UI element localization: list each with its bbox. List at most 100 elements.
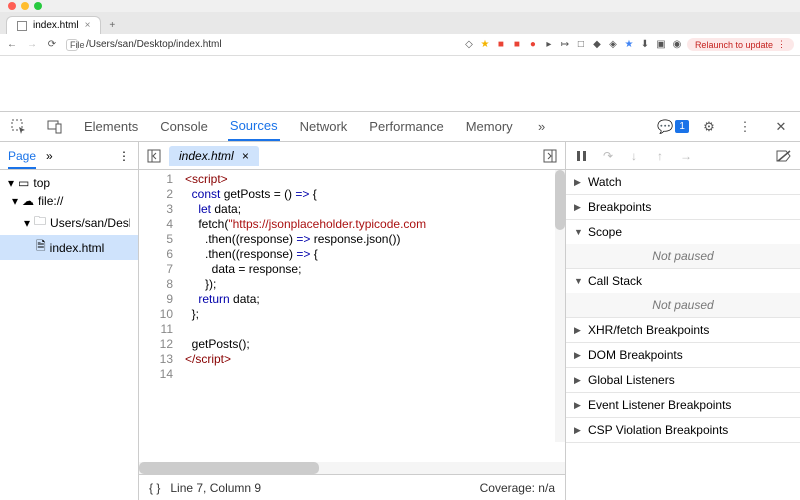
ext-icon[interactable]: ■ bbox=[511, 39, 523, 51]
section-xhr[interactable]: ▶XHR/fetch Breakpoints bbox=[566, 318, 800, 343]
ext-icon[interactable]: ⬇ bbox=[639, 39, 651, 51]
tree-folder[interactable]: ▾🗀Users/san/Desktop bbox=[0, 210, 138, 235]
section-event[interactable]: ▶Event Listener Breakpoints bbox=[566, 393, 800, 418]
pause-icon[interactable] bbox=[574, 148, 590, 164]
messages-icon[interactable]: 💬1 bbox=[664, 118, 682, 136]
step-over-icon[interactable]: ↷ bbox=[600, 148, 616, 164]
reload-icon[interactable]: ⟳ bbox=[46, 39, 58, 50]
not-paused-label: Not paused bbox=[566, 244, 800, 268]
page-content-area bbox=[0, 56, 800, 111]
section-dom[interactable]: ▶DOM Breakpoints bbox=[566, 343, 800, 368]
not-paused-label: Not paused bbox=[566, 293, 800, 317]
new-tab-button[interactable]: + bbox=[101, 17, 123, 34]
settings-icon[interactable]: ⚙ bbox=[700, 118, 718, 136]
ext-icon[interactable]: ↦ bbox=[559, 39, 571, 51]
debugger-controls: ↷ ↓ ↑ → bbox=[566, 142, 800, 170]
cursor-position: Line 7, Column 9 bbox=[170, 481, 261, 495]
browser-tab[interactable]: index.html × bbox=[6, 16, 101, 34]
close-file-tab-icon[interactable]: × bbox=[242, 149, 249, 163]
sources-navigator: Page » ⋮ ▾▭top ▾☁file:// ▾🗀Users/san/Des… bbox=[0, 142, 139, 500]
close-devtools-icon[interactable]: ✕ bbox=[772, 118, 790, 136]
coverage-status: Coverage: n/a bbox=[480, 481, 555, 495]
ext-icon[interactable]: ◇ bbox=[463, 39, 475, 51]
ext-icon[interactable]: ▸ bbox=[543, 39, 555, 51]
kebab-icon[interactable]: ⋮ bbox=[736, 118, 754, 136]
code-editor[interactable]: 1234567891011121314 <script> const getPo… bbox=[139, 170, 565, 462]
kebab-icon: ⋮ bbox=[777, 39, 786, 50]
tab-memory[interactable]: Memory bbox=[464, 113, 515, 140]
toggle-navigator-icon[interactable] bbox=[147, 149, 161, 163]
ext-icon[interactable]: □ bbox=[575, 39, 587, 51]
caret-down-icon: ▼ bbox=[574, 276, 582, 286]
devtools-tab-bar: Elements Console Sources Network Perform… bbox=[0, 112, 800, 142]
file-badge: File bbox=[66, 39, 78, 51]
close-tab-icon[interactable]: × bbox=[85, 20, 91, 31]
ext-icon[interactable]: ◉ bbox=[671, 39, 683, 51]
more-tabs-icon[interactable]: » bbox=[46, 149, 53, 163]
more-tabs-icon[interactable]: » bbox=[533, 118, 551, 136]
horizontal-scrollbar[interactable] bbox=[139, 462, 565, 474]
kebab-icon[interactable]: ⋮ bbox=[118, 149, 130, 163]
ext-icon[interactable]: ● bbox=[527, 39, 539, 51]
caret-right-icon: ▶ bbox=[574, 202, 582, 213]
ext-icon[interactable]: ★ bbox=[479, 39, 491, 51]
pretty-print-icon[interactable]: { } bbox=[149, 481, 160, 495]
relaunch-button[interactable]: Relaunch to update ⋮ bbox=[687, 38, 794, 51]
section-callstack: ▼Call Stack Not paused bbox=[566, 269, 800, 318]
deactivate-breakpoints-icon[interactable] bbox=[776, 148, 792, 164]
vertical-scrollbar[interactable] bbox=[555, 170, 565, 442]
favicon-icon bbox=[17, 21, 27, 31]
tab-elements[interactable]: Elements bbox=[82, 113, 140, 140]
file-icon: 🗎 bbox=[36, 237, 46, 258]
back-icon[interactable]: ← bbox=[6, 39, 18, 50]
browser-tab-title: index.html bbox=[33, 20, 79, 31]
maximize-window-icon[interactable] bbox=[34, 2, 42, 10]
editor-pane: index.html × 1234567891011121314 <script… bbox=[139, 142, 566, 500]
ext-icon[interactable]: ◆ bbox=[591, 39, 603, 51]
ext-icon[interactable]: ▣ bbox=[655, 39, 667, 51]
toggle-debugger-icon[interactable] bbox=[543, 149, 557, 163]
tab-network[interactable]: Network bbox=[298, 113, 350, 140]
ext-icon[interactable]: ■ bbox=[495, 39, 507, 51]
editor-status-bar: { } Line 7, Column 9 Coverage: n/a bbox=[139, 474, 565, 500]
window-icon: ▭ bbox=[18, 176, 29, 190]
section-csp[interactable]: ▶CSP Violation Breakpoints bbox=[566, 418, 800, 443]
caret-down-icon: ▾ bbox=[8, 176, 14, 190]
section-global[interactable]: ▶Global Listeners bbox=[566, 368, 800, 393]
file-tree: ▾▭top ▾☁file:// ▾🗀Users/san/Desktop 🗎ind… bbox=[0, 170, 138, 500]
tab-console[interactable]: Console bbox=[158, 113, 210, 140]
caret-down-icon: ▾ bbox=[12, 194, 18, 208]
browser-tab-strip: index.html × + bbox=[0, 12, 800, 34]
forward-icon[interactable]: → bbox=[26, 39, 38, 50]
tab-performance[interactable]: Performance bbox=[367, 113, 445, 140]
code-content: <script> const getPosts = () => { let da… bbox=[179, 170, 565, 462]
navigator-tabs: Page » ⋮ bbox=[0, 142, 138, 170]
caret-right-icon: ▶ bbox=[574, 350, 582, 361]
step-into-icon[interactable]: ↓ bbox=[626, 148, 642, 164]
close-window-icon[interactable] bbox=[8, 2, 16, 10]
editor-file-tab[interactable]: index.html × bbox=[169, 146, 259, 166]
window-titlebar bbox=[0, 0, 800, 12]
tree-file[interactable]: 🗎index.html bbox=[0, 235, 138, 260]
device-toggle-icon[interactable] bbox=[46, 118, 64, 136]
caret-right-icon: ▶ bbox=[574, 177, 582, 188]
section-breakpoints[interactable]: ▶Breakpoints bbox=[566, 195, 800, 220]
address-bar: ← → ⟳ File /Users/san/Desktop/index.html… bbox=[0, 34, 800, 56]
inspect-icon[interactable] bbox=[10, 118, 28, 136]
file-tab-label: index.html bbox=[179, 149, 234, 163]
tree-top[interactable]: ▾▭top bbox=[0, 174, 138, 192]
ext-icon[interactable]: ◈ bbox=[607, 39, 619, 51]
tab-sources[interactable]: Sources bbox=[228, 112, 280, 141]
extension-area: ◇ ★ ■ ■ ● ▸ ↦ □ ◆ ◈ ★ ⬇ ▣ ◉ Relaunch to … bbox=[463, 38, 794, 51]
minimize-window-icon[interactable] bbox=[21, 2, 29, 10]
navigator-tab-page[interactable]: Page bbox=[8, 149, 36, 169]
section-watch[interactable]: ▶Watch bbox=[566, 170, 800, 195]
step-out-icon[interactable]: ↑ bbox=[652, 148, 668, 164]
step-icon[interactable]: → bbox=[678, 148, 694, 164]
cloud-icon: ☁ bbox=[22, 194, 34, 208]
ext-icon[interactable]: ★ bbox=[623, 39, 635, 51]
caret-right-icon: ▶ bbox=[574, 425, 582, 436]
caret-right-icon: ▶ bbox=[574, 400, 582, 411]
url-text[interactable]: /Users/san/Desktop/index.html bbox=[86, 39, 222, 50]
tree-origin[interactable]: ▾☁file:// bbox=[0, 192, 138, 210]
